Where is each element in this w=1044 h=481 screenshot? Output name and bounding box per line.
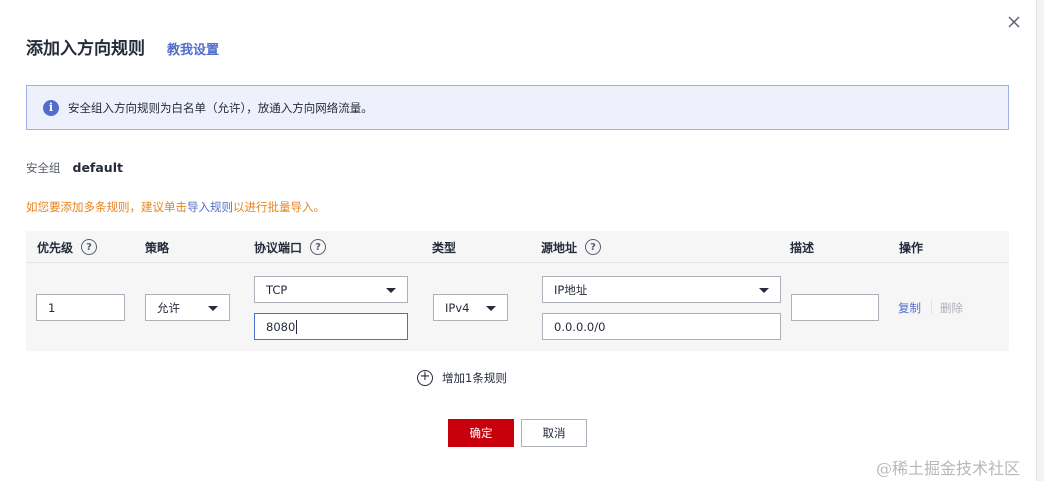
delete-rule-link: 删除: [940, 301, 963, 315]
chevron-down-icon: [486, 306, 496, 311]
protocol-value: TCP: [266, 282, 288, 297]
source-address-input[interactable]: 0.0.0.0/0: [542, 313, 781, 340]
info-text: 安全组入方向规则为白名单（允许），放通入方向网络流量。: [68, 100, 373, 115]
port-value: 8080: [266, 319, 296, 334]
header-source-label: 源地址: [541, 240, 578, 255]
watermark: @稀土掘金技术社区: [876, 459, 1021, 478]
info-banner: i 安全组入方向规则为白名单（允许），放通入方向网络流量。: [26, 85, 1009, 130]
import-hint-text-after: 以进行批量导入。: [233, 200, 325, 214]
cancel-button-label: 取消: [542, 426, 566, 440]
header-actions-label: 操作: [899, 240, 924, 255]
priority-input[interactable]: 1: [36, 294, 125, 321]
header-actions: 操作: [899, 231, 923, 263]
text-cursor: [296, 319, 298, 334]
source-type-select[interactable]: IP地址: [542, 276, 781, 303]
protocol-port-help-icon[interactable]: ?: [310, 239, 327, 255]
header-protocol-port-label: 协议端口: [254, 240, 303, 255]
header-policy-label: 策略: [145, 240, 170, 255]
header-priority: 优先级 ?: [37, 231, 98, 263]
import-hint-text-before: 如您要添加多条规则，建议单击: [26, 200, 187, 214]
confirm-button[interactable]: 确定: [448, 419, 514, 447]
add-rule-button[interactable]: + 增加1条规则: [417, 370, 507, 386]
header-type-label: 类型: [432, 240, 457, 255]
actions-divider: [931, 300, 932, 314]
source-help-icon[interactable]: ?: [585, 239, 602, 255]
protocol-select[interactable]: TCP: [254, 276, 408, 303]
plus-circle-icon: +: [417, 370, 433, 386]
type-select[interactable]: IPv4: [433, 294, 508, 321]
header-description-label: 描述: [790, 240, 815, 255]
header-policy: 策略: [145, 231, 169, 263]
type-value: IPv4: [445, 300, 470, 315]
close-button[interactable]: [1006, 14, 1022, 30]
confirm-button-label: 确定: [469, 426, 493, 440]
source-address-value: 0.0.0.0/0: [554, 319, 606, 334]
import-rules-link[interactable]: 导入规则: [187, 200, 233, 214]
security-group-label: 安全组: [26, 161, 61, 175]
chevron-down-icon: [208, 306, 218, 311]
import-hint: 如您要添加多条规则，建议单击导入规则以进行批量导入。: [26, 199, 325, 215]
header-priority-label: 优先级: [37, 240, 74, 255]
add-inbound-rule-dialog: 添加入方向规则 教我设置 i 安全组入方向规则为白名单（允许），放通入方向网络流…: [0, 0, 1036, 481]
chevron-down-icon: [386, 288, 396, 293]
copy-rule-link[interactable]: 复制: [898, 300, 921, 316]
priority-value: 1: [48, 300, 56, 315]
priority-help-icon[interactable]: ?: [81, 239, 98, 255]
policy-select[interactable]: 允许: [145, 294, 230, 321]
cancel-button[interactable]: 取消: [521, 419, 587, 447]
header-type: 类型: [432, 231, 456, 263]
teach-me-link[interactable]: 教我设置: [167, 39, 219, 58]
header-description: 描述: [790, 231, 814, 263]
security-group-value: default: [72, 160, 123, 175]
dialog-header: 添加入方向规则 教我设置: [26, 34, 219, 59]
security-group-row: 安全组 default: [26, 160, 123, 176]
header-source: 源地址 ?: [541, 231, 602, 263]
info-icon: i: [43, 99, 59, 116]
add-rule-label: 增加1条规则: [442, 371, 507, 385]
dialog-title: 添加入方向规则: [26, 39, 145, 59]
chevron-down-icon: [759, 288, 769, 293]
policy-value: 允许: [157, 300, 180, 315]
source-type-value: IP地址: [554, 282, 588, 297]
close-icon: [1008, 16, 1020, 28]
description-input[interactable]: [791, 294, 879, 321]
rules-table-header: 优先级 ? 策略 协议端口 ? 类型 源地址 ? 描述 操作: [26, 231, 1009, 263]
port-input[interactable]: 8080: [254, 313, 408, 340]
header-protocol-port: 协议端口 ?: [254, 231, 327, 263]
window-edge: [1036, 0, 1044, 481]
